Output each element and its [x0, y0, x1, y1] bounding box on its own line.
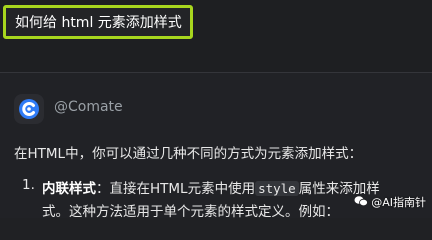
list-item-line-1: 内联样式：直接在HTML元素中使用 style 属性来添加样	[42, 177, 380, 197]
list-item-number: 1.	[22, 177, 35, 193]
list-item-title: 内联样式	[42, 181, 96, 197]
author-name: @Comate	[54, 99, 123, 115]
list-item-line-2: 式。这种方法适用于单个元素的样式定义。例如：	[42, 204, 339, 220]
inline-code: style	[255, 181, 299, 196]
answer-intro: 在HTML中，你可以通过几种不同的方式为元素添加样式：	[14, 146, 363, 162]
comate-logo-icon	[14, 94, 44, 124]
list-item-text: ：直接在HTML元素中使用	[96, 181, 256, 197]
user-query-box: 如何给 html 元素添加样式	[3, 5, 193, 39]
watermark-text: @AI指南针	[371, 196, 426, 209]
watermark: @AI指南针	[354, 194, 426, 210]
user-query-text: 如何给 html 元素添加样式	[15, 15, 182, 31]
wechat-icon	[354, 195, 369, 210]
